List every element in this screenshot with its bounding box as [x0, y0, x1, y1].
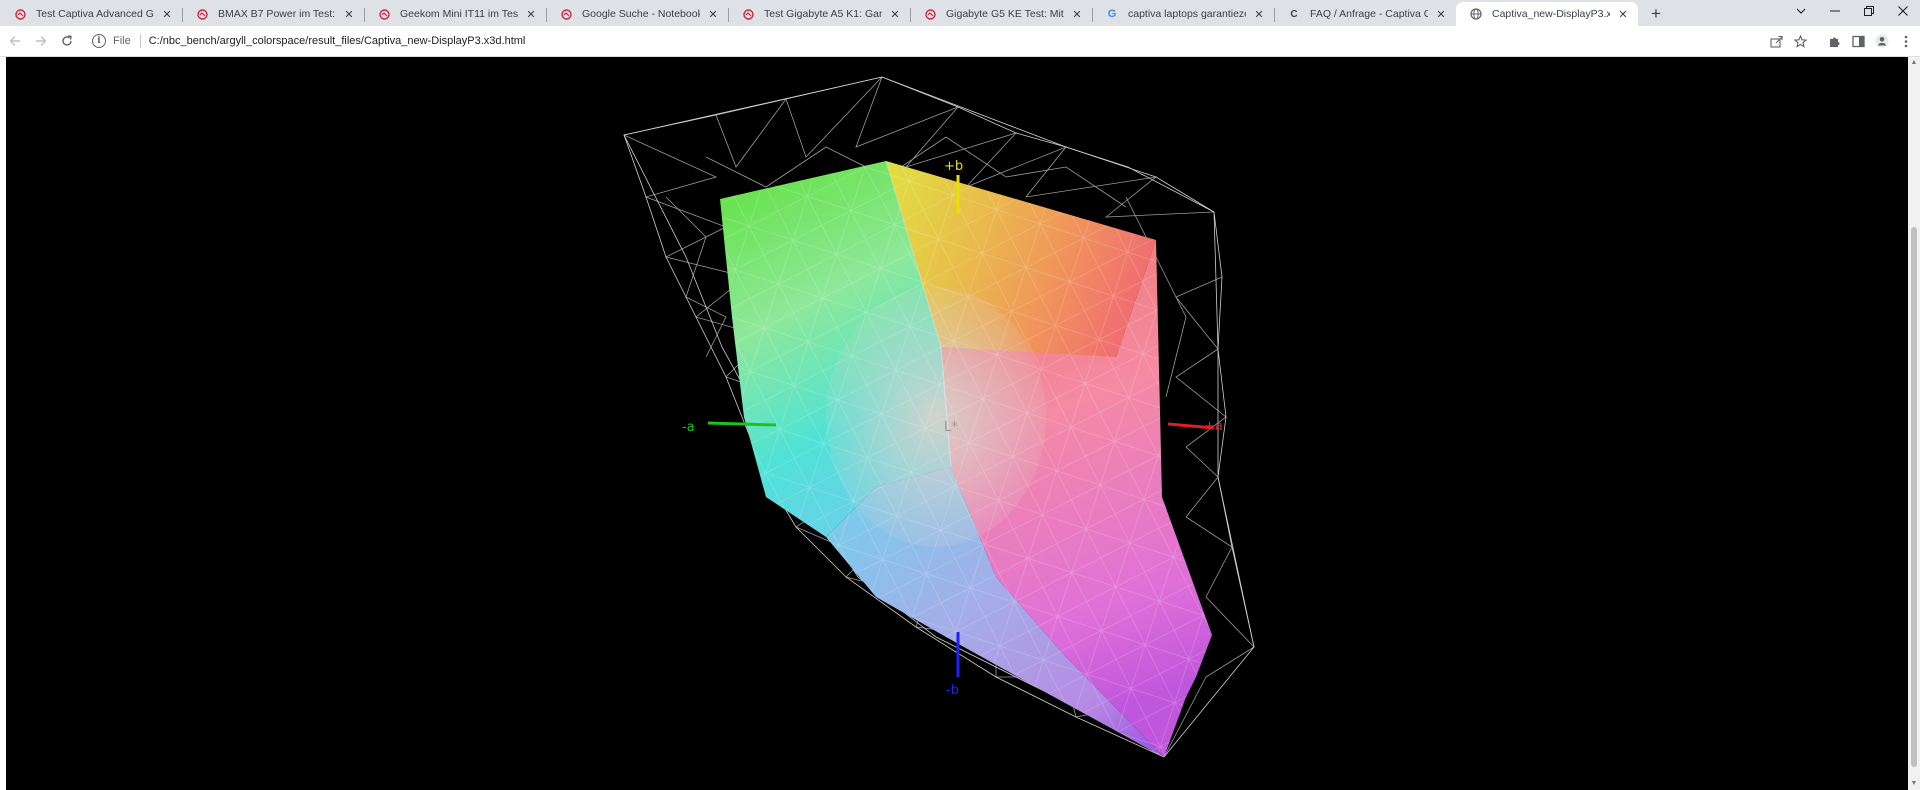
- close-icon[interactable]: ✕: [342, 7, 356, 21]
- reload-button[interactable]: [56, 30, 78, 52]
- axis-minus-a: [707, 421, 777, 427]
- window-controls: [1784, 0, 1920, 22]
- tab-2[interactable]: Geekom Mini IT11 im Test: Intel-N ✕: [364, 2, 546, 26]
- close-icon[interactable]: ✕: [888, 7, 902, 21]
- tab-list: Test Captiva Advanced Gaming I ✕ BMAX B7…: [0, 2, 1638, 26]
- x3d-gamut-viewport[interactable]: +b -b +a -a L*: [6, 57, 1908, 790]
- tab-title: Geekom Mini IT11 im Test: Intel-N: [400, 8, 518, 20]
- axis-label-minus-b: -b: [946, 683, 959, 698]
- google-icon: G: [1107, 8, 1117, 20]
- notebookcheck-icon: [378, 8, 390, 20]
- notebookcheck-icon: [14, 8, 26, 20]
- url-text[interactable]: C:/nbc_bench/argyll_colorspace/result_fi…: [149, 35, 526, 47]
- notebookcheck-icon: [924, 8, 936, 20]
- close-icon[interactable]: ✕: [1252, 7, 1266, 21]
- tab-title: FAQ / Anfrage - Captiva GmbH: [1310, 8, 1428, 20]
- close-icon[interactable]: ✕: [160, 7, 174, 21]
- tab-1[interactable]: BMAX B7 Power im Test: 320 Euro ✕: [182, 2, 364, 26]
- close-window-icon[interactable]: [1886, 0, 1920, 22]
- new-tab-button[interactable]: +: [1642, 2, 1670, 26]
- close-icon[interactable]: ✕: [1616, 7, 1630, 21]
- captiva-icon: C: [1290, 8, 1298, 20]
- scrollbar-thumb[interactable]: [1911, 227, 1917, 767]
- globe-icon: [1470, 8, 1482, 20]
- address-bar[interactable]: i File C:/nbc_bench/argyll_colorspace/re…: [92, 30, 1764, 52]
- profile-avatar-icon[interactable]: [1870, 30, 1894, 52]
- close-icon[interactable]: ✕: [1070, 7, 1084, 21]
- axis-label-plus-a: +a: [1204, 419, 1223, 434]
- scroll-up-arrow-icon[interactable]: ▲: [1910, 59, 1918, 67]
- close-icon[interactable]: ✕: [1434, 7, 1448, 21]
- url-separator: [139, 34, 141, 48]
- tab-3[interactable]: Google Suche - Notebookcheck ✕: [546, 2, 728, 26]
- tab-strip: Test Captiva Advanced Gaming I ✕ BMAX B7…: [0, 0, 1920, 26]
- back-button[interactable]: [4, 30, 26, 52]
- tab-7[interactable]: C FAQ / Anfrage - Captiva GmbH ✕: [1274, 2, 1456, 26]
- tab-title: Test Captiva Advanced Gaming I: [36, 8, 154, 20]
- axis-label-lightness: L*: [944, 420, 958, 435]
- axis-label-minus-a: -a: [682, 420, 695, 435]
- tab-title: Google Suche - Notebookcheck: [582, 8, 700, 20]
- share-icon[interactable]: [1764, 30, 1788, 52]
- tab-title: Gigabyte G5 KE Test: Mittelklasse: [946, 8, 1064, 20]
- scroll-down-arrow-icon[interactable]: ▼: [1910, 780, 1918, 788]
- info-icon[interactable]: i: [92, 34, 106, 48]
- forward-button[interactable]: [30, 30, 52, 52]
- close-icon[interactable]: ✕: [524, 7, 538, 21]
- minimize-icon[interactable]: [1818, 0, 1852, 22]
- close-icon[interactable]: ✕: [706, 7, 720, 21]
- restore-icon[interactable]: [1852, 0, 1886, 22]
- vertical-scrollbar[interactable]: ▲ ▼: [1908, 57, 1920, 790]
- tab-search-icon[interactable]: [1784, 0, 1818, 22]
- tab-8-active[interactable]: Captiva_new-DisplayP3.x3d.html ✕: [1456, 2, 1638, 26]
- tab-title: captiva laptops garantiezeit - Go: [1128, 8, 1246, 20]
- tab-title: BMAX B7 Power im Test: 320 Euro: [218, 8, 336, 20]
- tab-title: Test Gigabyte A5 K1: Gaming-No: [764, 8, 882, 20]
- browser-toolbar: i File C:/nbc_bench/argyll_colorspace/re…: [0, 26, 1920, 57]
- tab-5[interactable]: Gigabyte G5 KE Test: Mittelklasse ✕: [910, 2, 1092, 26]
- bookmark-star-icon[interactable]: [1788, 30, 1812, 52]
- tab-4[interactable]: Test Gigabyte A5 K1: Gaming-No ✕: [728, 2, 910, 26]
- notebookcheck-icon: [742, 8, 754, 20]
- menu-kebab-icon[interactable]: [1894, 30, 1918, 52]
- tab-title: Captiva_new-DisplayP3.x3d.html: [1492, 8, 1610, 20]
- side-panel-icon[interactable]: [1846, 30, 1870, 52]
- axis-label-plus-b: +b: [944, 159, 963, 174]
- gamut-solid: [720, 160, 1212, 757]
- gamut-3d-render[interactable]: +b -b +a -a L*: [6, 57, 1908, 790]
- tab-0[interactable]: Test Captiva Advanced Gaming I ✕: [0, 2, 182, 26]
- notebookcheck-icon: [196, 8, 208, 20]
- notebookcheck-icon: [560, 8, 572, 20]
- tab-6[interactable]: G captiva laptops garantiezeit - Go ✕: [1092, 2, 1274, 26]
- toolbar-actions: [1764, 30, 1918, 52]
- extensions-puzzle-icon[interactable]: [1822, 30, 1846, 52]
- url-scheme: File: [113, 35, 131, 47]
